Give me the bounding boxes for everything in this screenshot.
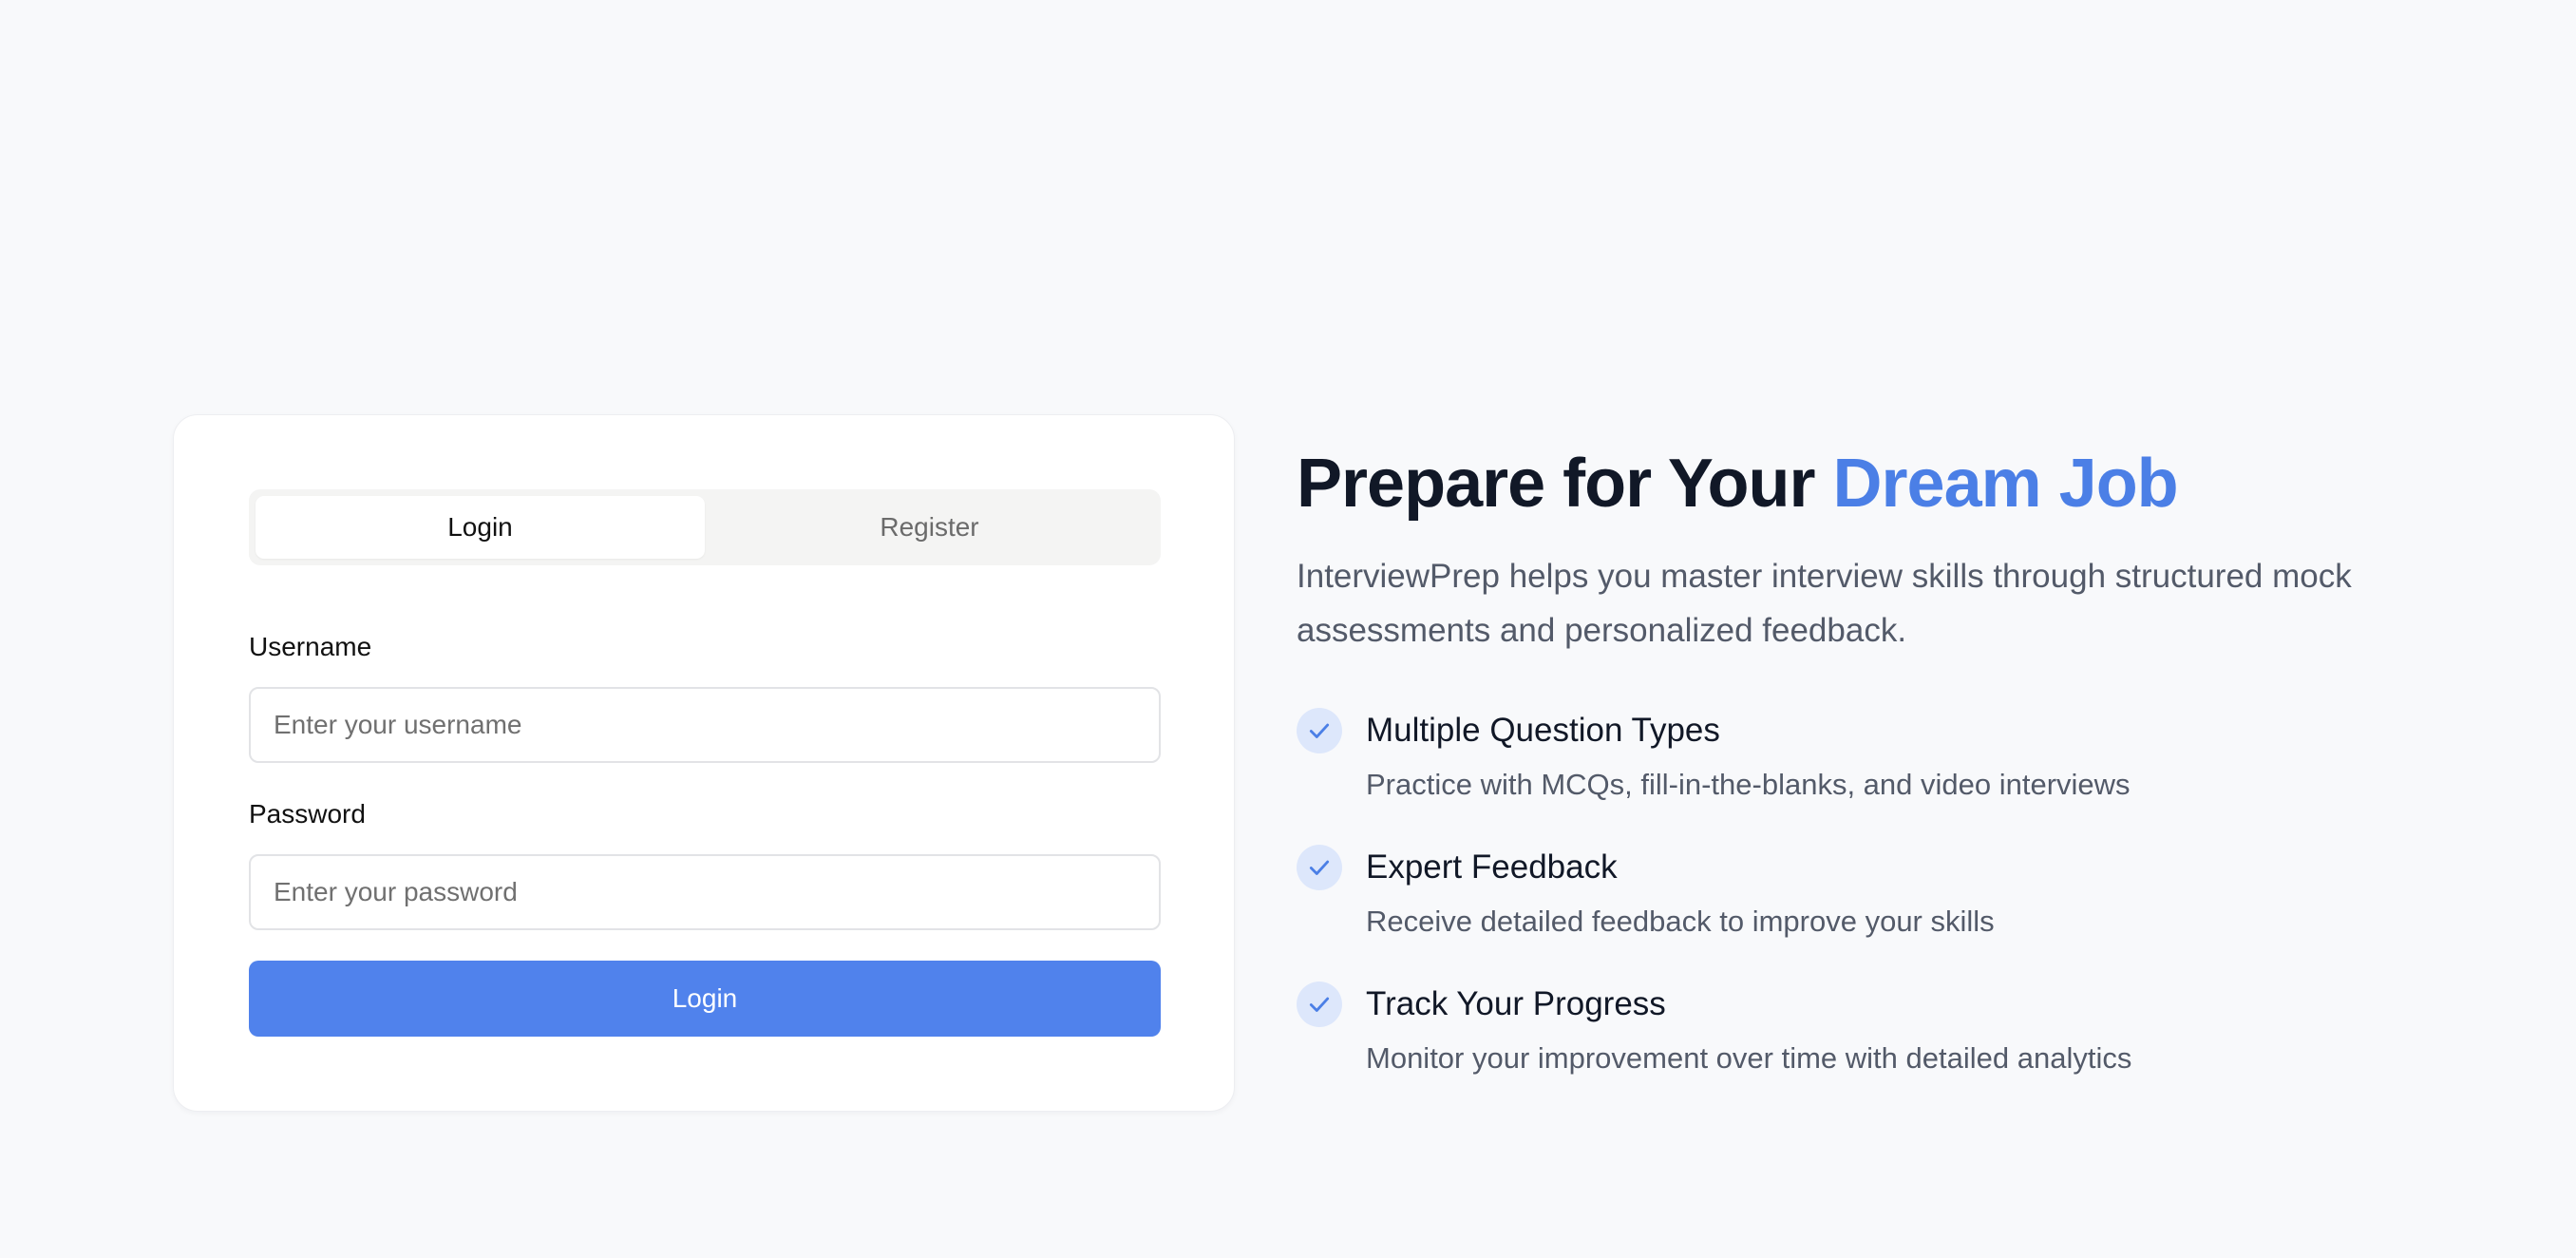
tab-register[interactable]: Register [705, 496, 1154, 559]
feature-title: Track Your Progress [1366, 985, 1666, 1022]
check-icon [1297, 845, 1342, 890]
hero-title-prefix: Prepare for Your [1297, 446, 1833, 522]
check-icon [1297, 982, 1342, 1027]
tab-login[interactable]: Login [256, 496, 705, 559]
hero-title-accent: Dream Job [1832, 446, 2179, 522]
hero-description: InterviewPrep helps you master interview… [1297, 558, 2352, 649]
auth-tabs: Login Register [249, 489, 1161, 565]
auth-card: Login Register Username Password Login [173, 414, 1235, 1112]
feature-description: Practice with MCQs, fill-in-the-blanks, … [1366, 768, 2131, 801]
check-icon [1297, 708, 1342, 753]
hero-title: Prepare for Your Dream Job [1297, 441, 2179, 526]
password-label: Password [249, 799, 366, 829]
feature-title: Expert Feedback [1366, 848, 1618, 886]
feature-title: Multiple Question Types [1366, 712, 1720, 749]
feature-description: Receive detailed feedback to improve you… [1366, 905, 1995, 938]
username-label: Username [249, 632, 372, 661]
feature-description: Monitor your improvement over time with … [1366, 1041, 2132, 1075]
login-button[interactable]: Login [249, 961, 1161, 1037]
username-input[interactable] [249, 687, 1161, 763]
password-input[interactable] [249, 854, 1161, 930]
